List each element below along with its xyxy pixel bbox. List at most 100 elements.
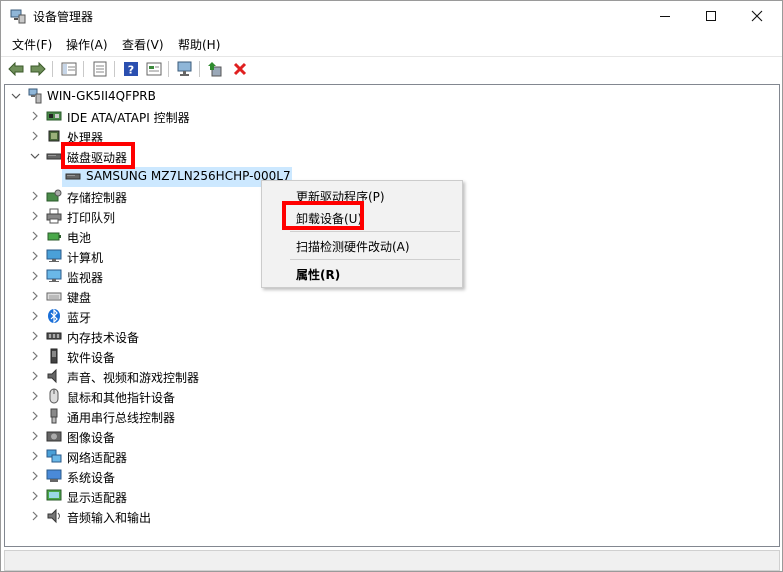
chevron-right-icon[interactable] [29,346,41,366]
ctx-scan-hardware-label: 扫描检测硬件改动(A) [296,240,410,254]
tree-item-label: IDE ATA/ATAPI 控制器 [67,111,190,125]
chevron-right-icon[interactable] [29,386,41,406]
help-button[interactable]: ? [122,60,140,78]
title-bar[interactable]: 设备管理器 [1,1,782,32]
chevron-right-icon[interactable] [29,446,41,466]
menu-view[interactable]: 查看(V) [122,36,164,53]
tree-item-label: 监视器 [67,271,104,285]
storage-controller-icon [46,189,62,202]
disk-icon [65,173,81,180]
chevron-right-icon[interactable] [29,426,41,446]
tree-item[interactable]: 处理器 [1,126,401,146]
chevron-right-icon[interactable] [29,126,41,146]
tree-item[interactable]: 鼠标和其他指针设备 [1,386,401,406]
tree-item[interactable]: 图像设备 [1,426,401,446]
chevron-right-icon[interactable] [29,406,41,426]
tree-item[interactable]: 声音、视频和游戏控制器 [1,366,401,386]
tree-item[interactable]: 通用串行总线控制器 [1,406,401,426]
scan-hardware-button[interactable] [176,60,194,78]
toolbar-separator [168,61,169,77]
tree-item[interactable]: IDE ATA/ATAPI 控制器 [1,106,401,126]
tree-item-label: 音频输入和输出 [67,511,152,525]
tree-item[interactable]: 键盘 [1,286,401,306]
tree-item[interactable]: 音频输入和输出 [1,506,401,526]
properties-button[interactable] [91,60,109,78]
tree-item-label: 磁盘驱动器 [67,151,128,165]
ctx-separator [290,259,460,260]
close-button[interactable] [734,1,780,31]
chevron-right-icon[interactable] [29,306,41,326]
menu-help[interactable]: 帮助(H) [178,36,220,53]
chevron-right-icon[interactable] [29,206,41,226]
toolbar-separator [199,61,200,77]
tree-item[interactable]: 系统设备 [1,466,401,486]
chevron-right-icon[interactable] [29,266,41,286]
toolbar-separator [52,61,53,77]
ctx-uninstall-device[interactable]: 卸载设备(U) [263,206,461,228]
computer-icon [28,88,42,104]
tree-item-label: 处理器 [67,131,104,145]
chevron-right-icon[interactable] [29,106,41,126]
tree-item[interactable]: 显示适配器 [1,486,401,506]
tree-item-label: 内存技术设备 [67,331,140,345]
forward-button[interactable] [29,60,47,78]
chevron-right-icon[interactable] [29,286,41,306]
chevron-right-icon[interactable] [29,186,41,206]
menu-file[interactable]: 文件(F) [12,36,52,53]
chevron-down-icon[interactable] [29,146,41,166]
back-button[interactable] [7,60,25,78]
chevron-right-icon[interactable] [29,366,41,386]
uninstall-button[interactable] [231,60,249,78]
ctx-update-driver[interactable]: 更新驱动程序(P) [263,184,461,206]
ctx-uninstall-device-label: 卸载设备(U) [296,212,363,226]
ctx-scan-hardware[interactable]: 扫描检测硬件改动(A) [263,234,461,256]
display-adapter-icon [46,489,62,501]
battery-icon [47,232,61,241]
minimize-icon [660,15,670,17]
tree-item-label: 蓝牙 [67,311,92,325]
tree-item-label: 键盘 [67,291,92,305]
chevron-right-icon[interactable] [29,466,41,486]
toolbar: ? [1,56,782,81]
chevron-right-icon[interactable] [29,506,41,526]
disk-drive-icon [46,153,62,160]
system-device-icon [46,469,62,482]
printer-icon [46,208,62,224]
tree-item-label: 计算机 [67,251,104,265]
menu-bar: 文件(F) 操作(A) 查看(V) 帮助(H) [1,33,782,54]
tree-item-label: 图像设备 [67,431,116,445]
tree-item[interactable]: 内存技术设备 [1,326,401,346]
tree-item[interactable]: 软件设备 [1,346,401,366]
keyboard-icon [46,292,62,301]
tree-item[interactable]: 网络适配器 [1,446,401,466]
chevron-right-icon[interactable] [29,326,41,346]
svg-text:?: ? [128,64,134,77]
update-driver-button[interactable] [207,60,225,78]
tree-item-label: 网络适配器 [67,451,128,465]
tree-item[interactable]: 磁盘驱动器 [1,146,401,166]
chevron-down-icon[interactable] [10,86,22,106]
show-hide-tree-button[interactable] [60,60,78,78]
maximize-button[interactable] [688,1,734,31]
tree-item-label: 电池 [67,231,92,245]
menu-action[interactable]: 操作(A) [66,36,108,53]
tree-item[interactable]: 蓝牙 [1,306,401,326]
ctx-properties[interactable]: 属性(R) [263,262,461,284]
tree-root[interactable]: WIN-GK5II4QFPRB [1,86,401,106]
ide-controller-icon [46,111,62,121]
properties-icon [61,62,77,76]
toolbar-separator [83,61,84,77]
view-icon [146,62,162,76]
view-button[interactable] [145,60,163,78]
chevron-right-icon[interactable] [29,486,41,506]
chevron-right-icon[interactable] [29,246,41,266]
chevron-right-icon[interactable] [29,226,41,246]
tree-item-label: 鼠标和其他指针设备 [67,391,176,405]
minimize-button[interactable] [642,1,688,31]
mouse-icon [49,388,59,404]
update-driver-icon [208,62,222,77]
toolbar-separator [114,61,115,77]
ctx-update-driver-label: 更新驱动程序(P) [296,190,385,204]
back-arrow-icon [8,62,24,76]
window-title: 设备管理器 [33,10,94,24]
